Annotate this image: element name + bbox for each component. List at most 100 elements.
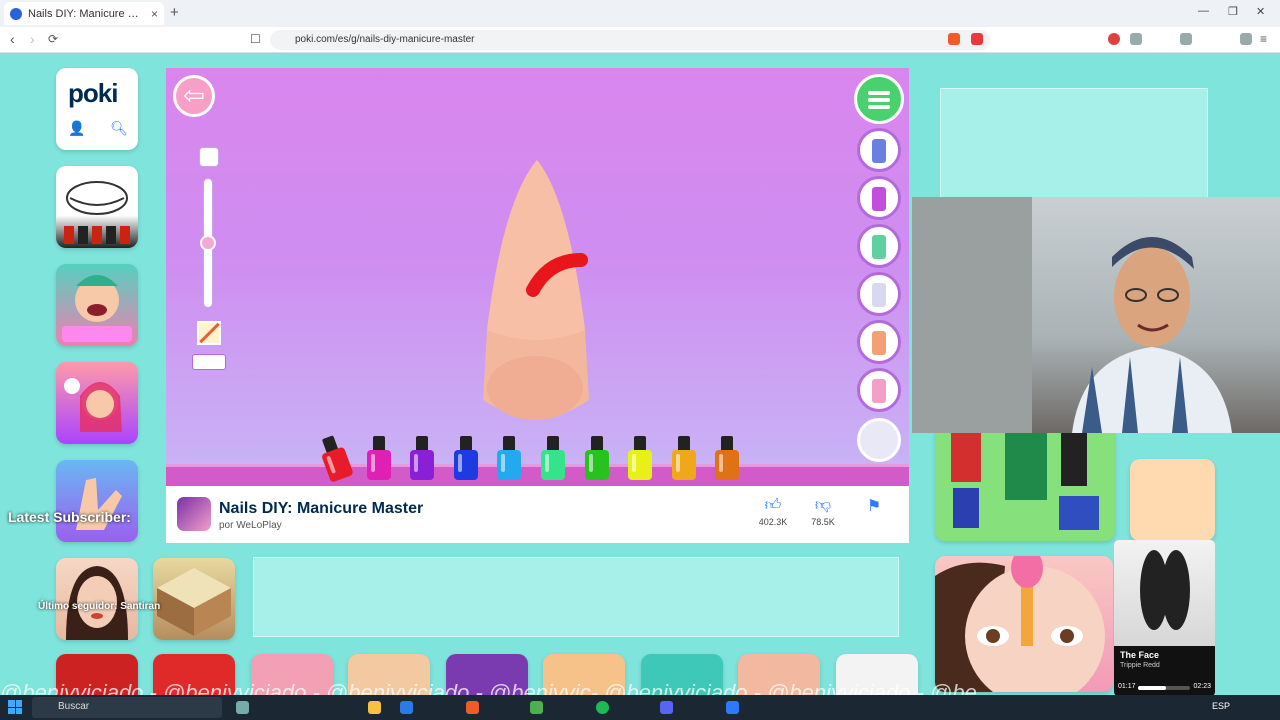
clothes-art-icon — [951, 430, 1099, 530]
game-author[interactable]: por WeLoPlay — [219, 520, 282, 531]
room-art-icon — [157, 568, 231, 636]
rewards-icon[interactable] — [971, 33, 983, 45]
forward-icon[interactable]: › — [30, 31, 35, 47]
taskbar-search[interactable]: Buscar — [32, 697, 222, 718]
like-count: 402.3K — [758, 517, 788, 527]
polish-bottle-7[interactable] — [584, 436, 609, 480]
taskbar-search-text: Buscar — [58, 701, 90, 712]
polish-bottle-3[interactable] — [410, 436, 435, 480]
polish-bottle-10[interactable] — [715, 436, 740, 480]
polish-bottle-9[interactable] — [671, 436, 696, 480]
game-title: Nails DIY: Manicure Master — [219, 500, 424, 517]
brave-taskbar-icon[interactable] — [466, 701, 479, 714]
file-explorer-icon[interactable] — [368, 701, 381, 714]
game-thumb-dentist[interactable] — [56, 264, 138, 346]
tool-sticker-face-swatch-icon — [872, 331, 886, 355]
brave-shield-icon[interactable] — [948, 33, 960, 45]
close-window-icon[interactable]: ✕ — [1256, 5, 1265, 18]
last-follower-label: Último seguidor: Santiran — [38, 601, 161, 612]
lips-art-icon — [64, 181, 130, 244]
face-art-icon — [935, 556, 1105, 692]
music-widget: The Face Trippie Redd 01:17 02:23 — [1114, 540, 1215, 695]
ad-slot-bottom — [253, 557, 899, 637]
user-icon[interactable]: 👤 — [68, 120, 85, 137]
active-tab[interactable]: Nails DIY: Manicure Master × — [4, 2, 164, 25]
game-back-button[interactable]: ⇦ — [173, 75, 215, 117]
windows-start-icon[interactable] — [8, 700, 22, 714]
menu-icon[interactable]: ≡ — [1260, 32, 1267, 46]
url-text: poki.com/es/g/nails-diy-manicure-master — [295, 34, 475, 45]
song-artist: Trippie Redd — [1120, 662, 1160, 669]
sidebar-icon[interactable] — [1180, 33, 1192, 45]
game-canvas[interactable]: ⇦ — [166, 68, 909, 486]
game-icon — [177, 497, 211, 531]
maximize-icon[interactable]: ❐ — [1228, 5, 1238, 18]
dislike-count: 78.5K — [811, 517, 835, 527]
fingernail[interactable] — [477, 160, 595, 422]
webcam-overlay — [912, 197, 1280, 433]
eraser-button[interactable] — [197, 321, 221, 345]
tool-gem[interactable] — [857, 418, 901, 462]
chrome-taskbar-icon[interactable] — [530, 701, 543, 714]
polish-bottle-6[interactable] — [541, 436, 565, 480]
album-art — [1114, 540, 1215, 646]
spotify-icon[interactable] — [596, 701, 609, 714]
close-tab-icon[interactable]: × — [151, 7, 158, 21]
extension-icon[interactable] — [1130, 33, 1142, 45]
gallery-icon[interactable] — [192, 354, 226, 370]
ad-slot-top — [940, 88, 1208, 200]
tool-glitter[interactable] — [857, 272, 901, 316]
streamer-image — [1072, 237, 1232, 433]
game-thumb-lips[interactable] — [56, 166, 138, 248]
dislike-button[interactable]: 👎︎ 78.5K — [803, 496, 843, 527]
bookmark-icon[interactable]: ☐ — [250, 32, 261, 46]
polish-bottle-5[interactable] — [497, 436, 522, 480]
report-button[interactable]: ⚑ — [854, 496, 894, 516]
game-thumb-hand-care[interactable] — [56, 460, 138, 542]
wallet-icon[interactable] — [1240, 33, 1252, 45]
hand-art-icon — [76, 478, 122, 530]
game-menu-button[interactable] — [854, 74, 904, 124]
back-icon[interactable]: ‹ — [10, 31, 15, 47]
webcam-background-wall — [912, 197, 1032, 433]
browser-tab-bar: Nails DIY: Manicure Master × + — ❐ ✕ — [0, 0, 1280, 27]
tool-sticker-flamingo[interactable] — [857, 368, 901, 412]
discord-icon[interactable] — [660, 701, 673, 714]
poki-logo-card[interactable]: poki 👤 🔍︎ — [56, 68, 138, 150]
minimize-icon[interactable]: — — [1198, 5, 1209, 17]
record-icon[interactable] — [1108, 33, 1120, 45]
address-bar[interactable]: poki.com/es/g/nails-diy-manicure-master — [270, 30, 990, 50]
reload-icon[interactable]: ⟳ — [48, 32, 58, 46]
game-thumb-face-makeup[interactable] — [935, 556, 1113, 692]
game-thumb-makeup[interactable] — [56, 558, 138, 640]
tab-title: Nails DIY: Manicure Master — [28, 7, 147, 20]
polish-shelf — [166, 464, 909, 486]
tool-polish-rainbow[interactable] — [857, 224, 901, 268]
like-button[interactable]: 👍︎ 402.3K — [753, 496, 793, 527]
app-taskbar-icon[interactable] — [726, 701, 739, 714]
language-indicator[interactable]: ESP — [1212, 701, 1230, 711]
tool-polish-purple[interactable] — [857, 176, 901, 220]
game-info-bar: Nails DIY: Manicure Master por WeLoPlay … — [166, 486, 909, 543]
polish-bottle-4[interactable] — [453, 436, 478, 480]
tool-polish-blue[interactable] — [857, 128, 901, 172]
tool-glitter-swatch-icon — [872, 283, 886, 307]
poki-page: poki 👤 🔍︎ ⇦ Nails DIY: Manicure Master p… — [0, 54, 1280, 695]
outlook-icon[interactable] — [400, 701, 413, 714]
album-art-icon — [1140, 550, 1190, 630]
game-thumb-room[interactable] — [153, 558, 235, 640]
game-thumb-hair-salon[interactable] — [56, 362, 138, 444]
brush-size-knob[interactable] — [200, 235, 216, 251]
search-icon[interactable]: 🔍︎ — [110, 120, 128, 137]
new-tab-button[interactable]: + — [170, 4, 179, 21]
game-thumb-girls[interactable] — [1130, 459, 1215, 541]
polish-bottle-8[interactable] — [628, 436, 653, 480]
flag-icon: ⚑ — [866, 498, 882, 515]
poki-logo: poki — [68, 78, 118, 108]
brush-size-small-icon[interactable] — [199, 147, 219, 167]
polish-bottle-2[interactable] — [366, 436, 391, 480]
game-thumb-dress-up[interactable] — [935, 426, 1115, 541]
poki-favicon-icon — [10, 7, 22, 20]
task-view-icon[interactable] — [236, 701, 249, 714]
tool-sticker-face[interactable] — [857, 320, 901, 364]
